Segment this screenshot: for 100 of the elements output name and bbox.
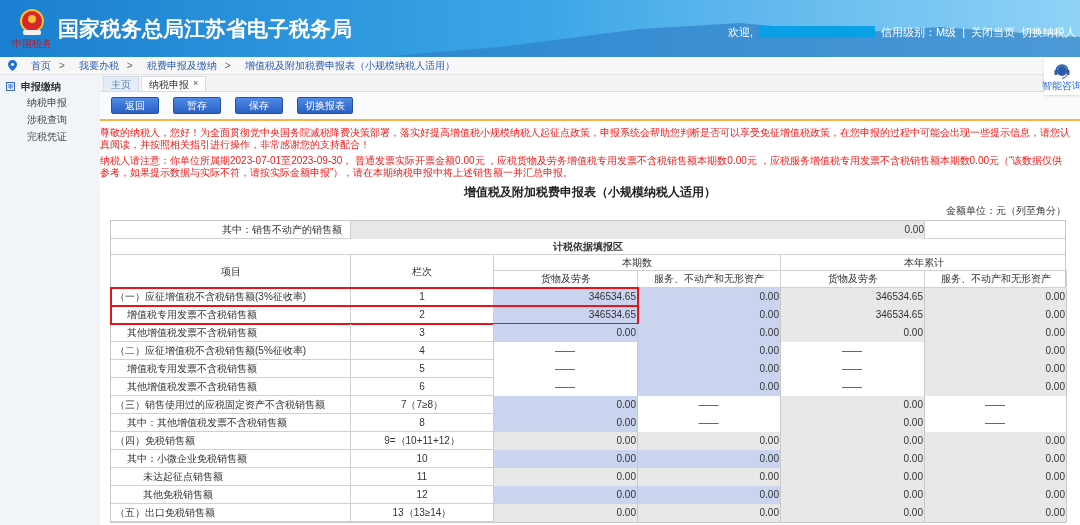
column-header: 服务、不动产和无形资产 xyxy=(638,271,781,287)
sidebar-section[interactable]: 申报缴纳 xyxy=(21,78,61,94)
table-cell: 0.00 xyxy=(781,486,925,504)
table-cell: —— xyxy=(494,342,638,360)
logo-caption: 中国税务 xyxy=(12,38,52,49)
form-title: 增值税及附加税费申报表（小规模纳税人适用） xyxy=(462,184,717,201)
table-cell: 0.00 xyxy=(781,432,925,450)
breadcrumb-link[interactable]: 税费申报及缴纳 xyxy=(146,58,217,73)
table-cell: 0.00 xyxy=(351,221,925,239)
amount-field[interactable]: 0.00 xyxy=(638,360,781,378)
amount-field[interactable]: 0.00 xyxy=(638,306,781,324)
table-cell: 0.00 xyxy=(638,468,781,486)
table-cell: —— xyxy=(638,414,781,432)
table-cell: 0.00 xyxy=(781,450,925,468)
row-label: 其他免税销售额 xyxy=(111,486,351,504)
amount-field[interactable]: 0.00 xyxy=(638,324,781,342)
amount-field[interactable]: 0.00 xyxy=(638,342,781,360)
table-cell: —— xyxy=(494,378,638,396)
row-label: （三）销售使用过的应税固定资产不含税销售额 xyxy=(111,396,351,414)
table-cell: 0.00 xyxy=(781,324,925,342)
close-icon[interactable]: × xyxy=(193,77,199,91)
toolbar-button[interactable]: 保存 xyxy=(235,97,283,114)
table-cell: 0.00 xyxy=(781,468,925,486)
table-cell: 0.00 xyxy=(925,486,1067,504)
table-cell: 0.00 xyxy=(925,360,1067,378)
welcome-text: 欢迎, xyxy=(727,25,753,40)
toolbar-button[interactable]: 切换报表 xyxy=(297,97,353,114)
table-cell: 0.00 xyxy=(925,306,1067,324)
row-label: 其他增值税发票不含税销售额 xyxy=(111,324,351,342)
table-cell: —— xyxy=(925,414,1067,432)
amount-field[interactable]: 0.00 xyxy=(494,450,638,468)
amount-field[interactable]: 0.00 xyxy=(494,324,638,342)
sidebar-item[interactable]: 完税凭证 xyxy=(0,128,100,145)
table-cell: 0.00 xyxy=(638,432,781,450)
column-header: 栏次 xyxy=(351,255,494,287)
divider-text: | xyxy=(962,25,965,40)
table-cell: 0.00 xyxy=(925,324,1067,342)
amount-field[interactable]: 0.00 xyxy=(638,486,781,504)
table-cell: 0.00 xyxy=(638,504,781,522)
table-cell: —— xyxy=(925,396,1067,414)
row-label: （一）应征增值税不含税销售额(3%征收率) xyxy=(111,288,351,306)
table-cell: 0.00 xyxy=(925,504,1067,522)
row-label: （二）应征增值税不含税销售额(5%征收率) xyxy=(111,342,351,360)
column-header: 本年累计 xyxy=(781,255,1067,271)
amount-field[interactable]: 0.00 xyxy=(494,396,638,414)
row-label: 增值税专用发票不含税销售额 xyxy=(111,360,351,378)
toolbar-button[interactable]: 暂存 xyxy=(173,97,221,114)
row-label: 其他增值税发票不含税销售额 xyxy=(111,378,351,396)
breadcrumb-link[interactable]: 首页 xyxy=(31,58,51,73)
tab[interactable]: 主页 xyxy=(103,76,139,91)
breadcrumb-separator: > xyxy=(224,59,231,73)
table-cell: 0.00 xyxy=(494,468,638,486)
column-header: 货物及劳务 xyxy=(781,271,925,287)
table-cell: 0.00 xyxy=(925,432,1067,450)
table-cell: 0.00 xyxy=(925,378,1067,396)
location-pin-icon xyxy=(8,60,17,71)
breadcrumb-link[interactable]: 增值税及附加税费申报表（小规模纳税人适用） xyxy=(244,58,455,73)
headset-icon xyxy=(1053,61,1071,80)
breadcrumb-link[interactable]: 我要办税 xyxy=(78,58,119,73)
row-label: 其中：小微企业免税销售额 xyxy=(111,450,351,468)
unit-note: 金额单位：元（列至角分） xyxy=(946,204,1066,218)
table-cell: 0.00 xyxy=(925,468,1067,486)
amount-field[interactable]: 0.00 xyxy=(494,486,638,504)
table-cell: —— xyxy=(781,378,925,396)
row-label: 其中：其他增值税发票不含税销售额 xyxy=(111,414,351,432)
amount-field[interactable]: 0.00 xyxy=(638,450,781,468)
column-header: 本期数 xyxy=(494,255,781,271)
breadcrumb-separator: > xyxy=(126,59,133,73)
table-cell: 346534.65 xyxy=(781,288,925,306)
table-cell: 0.00 xyxy=(781,414,925,432)
site-title: 国家税务总局江苏省电子税务局 xyxy=(58,15,352,42)
amount-field[interactable]: 0.00 xyxy=(638,288,781,306)
row-label: （五）出口免税销售额 xyxy=(111,504,351,522)
column-header: 项目 xyxy=(111,255,351,287)
row-label: 增值税专用发票不含税销售额 xyxy=(111,306,351,324)
toolbar-button[interactable]: 返回 xyxy=(111,97,159,114)
sidebar-item[interactable]: 纳税申报 xyxy=(0,94,100,111)
amount-field[interactable]: 0.00 xyxy=(638,378,781,396)
credit-level: 信用级别：M级 xyxy=(880,25,957,40)
column-header: 货物及劳务 xyxy=(494,271,638,287)
row-label: 未达起征点销售额 xyxy=(111,468,351,486)
table-cell: 0.00 xyxy=(494,432,638,450)
sidebar-item[interactable]: 涉税查询 xyxy=(0,111,100,128)
table-cell: 0.00 xyxy=(925,450,1067,468)
table-cell: —— xyxy=(781,360,925,378)
table-cell: 0.00 xyxy=(781,396,925,414)
tab[interactable]: 纳税申报 × xyxy=(141,76,207,91)
amount-field[interactable]: 0.00 xyxy=(494,414,638,432)
table-cell: 346534.65 xyxy=(781,306,925,324)
notice-text: 尊敬的纳税人，您好！为全面贯彻党中央国务院减税降费决策部署，落实好提高增值税小规模纳税人起征点政策，申报系统会帮助您判断是否可以享受免征增值税政策，在您申报的过程中可能会出现一些提示信息，请您认真阅读，并按照相关指引进行操作，非常感谢您的支持配合！ xyxy=(100,127,1071,151)
emblem-logo xyxy=(17,8,47,38)
column-header: 服务、不动产和无形资产 xyxy=(925,271,1067,287)
table-cell: 0.00 xyxy=(925,342,1067,360)
breadcrumb-separator: > xyxy=(59,59,65,73)
table-cell: 0.00 xyxy=(494,504,638,522)
table-cell: 0.00 xyxy=(925,288,1067,306)
table-cell: 0.00 xyxy=(781,504,925,522)
table-cell: —— xyxy=(638,396,781,414)
section-heading: 计税依据填报区 xyxy=(553,240,623,254)
table-cell: —— xyxy=(781,342,925,360)
